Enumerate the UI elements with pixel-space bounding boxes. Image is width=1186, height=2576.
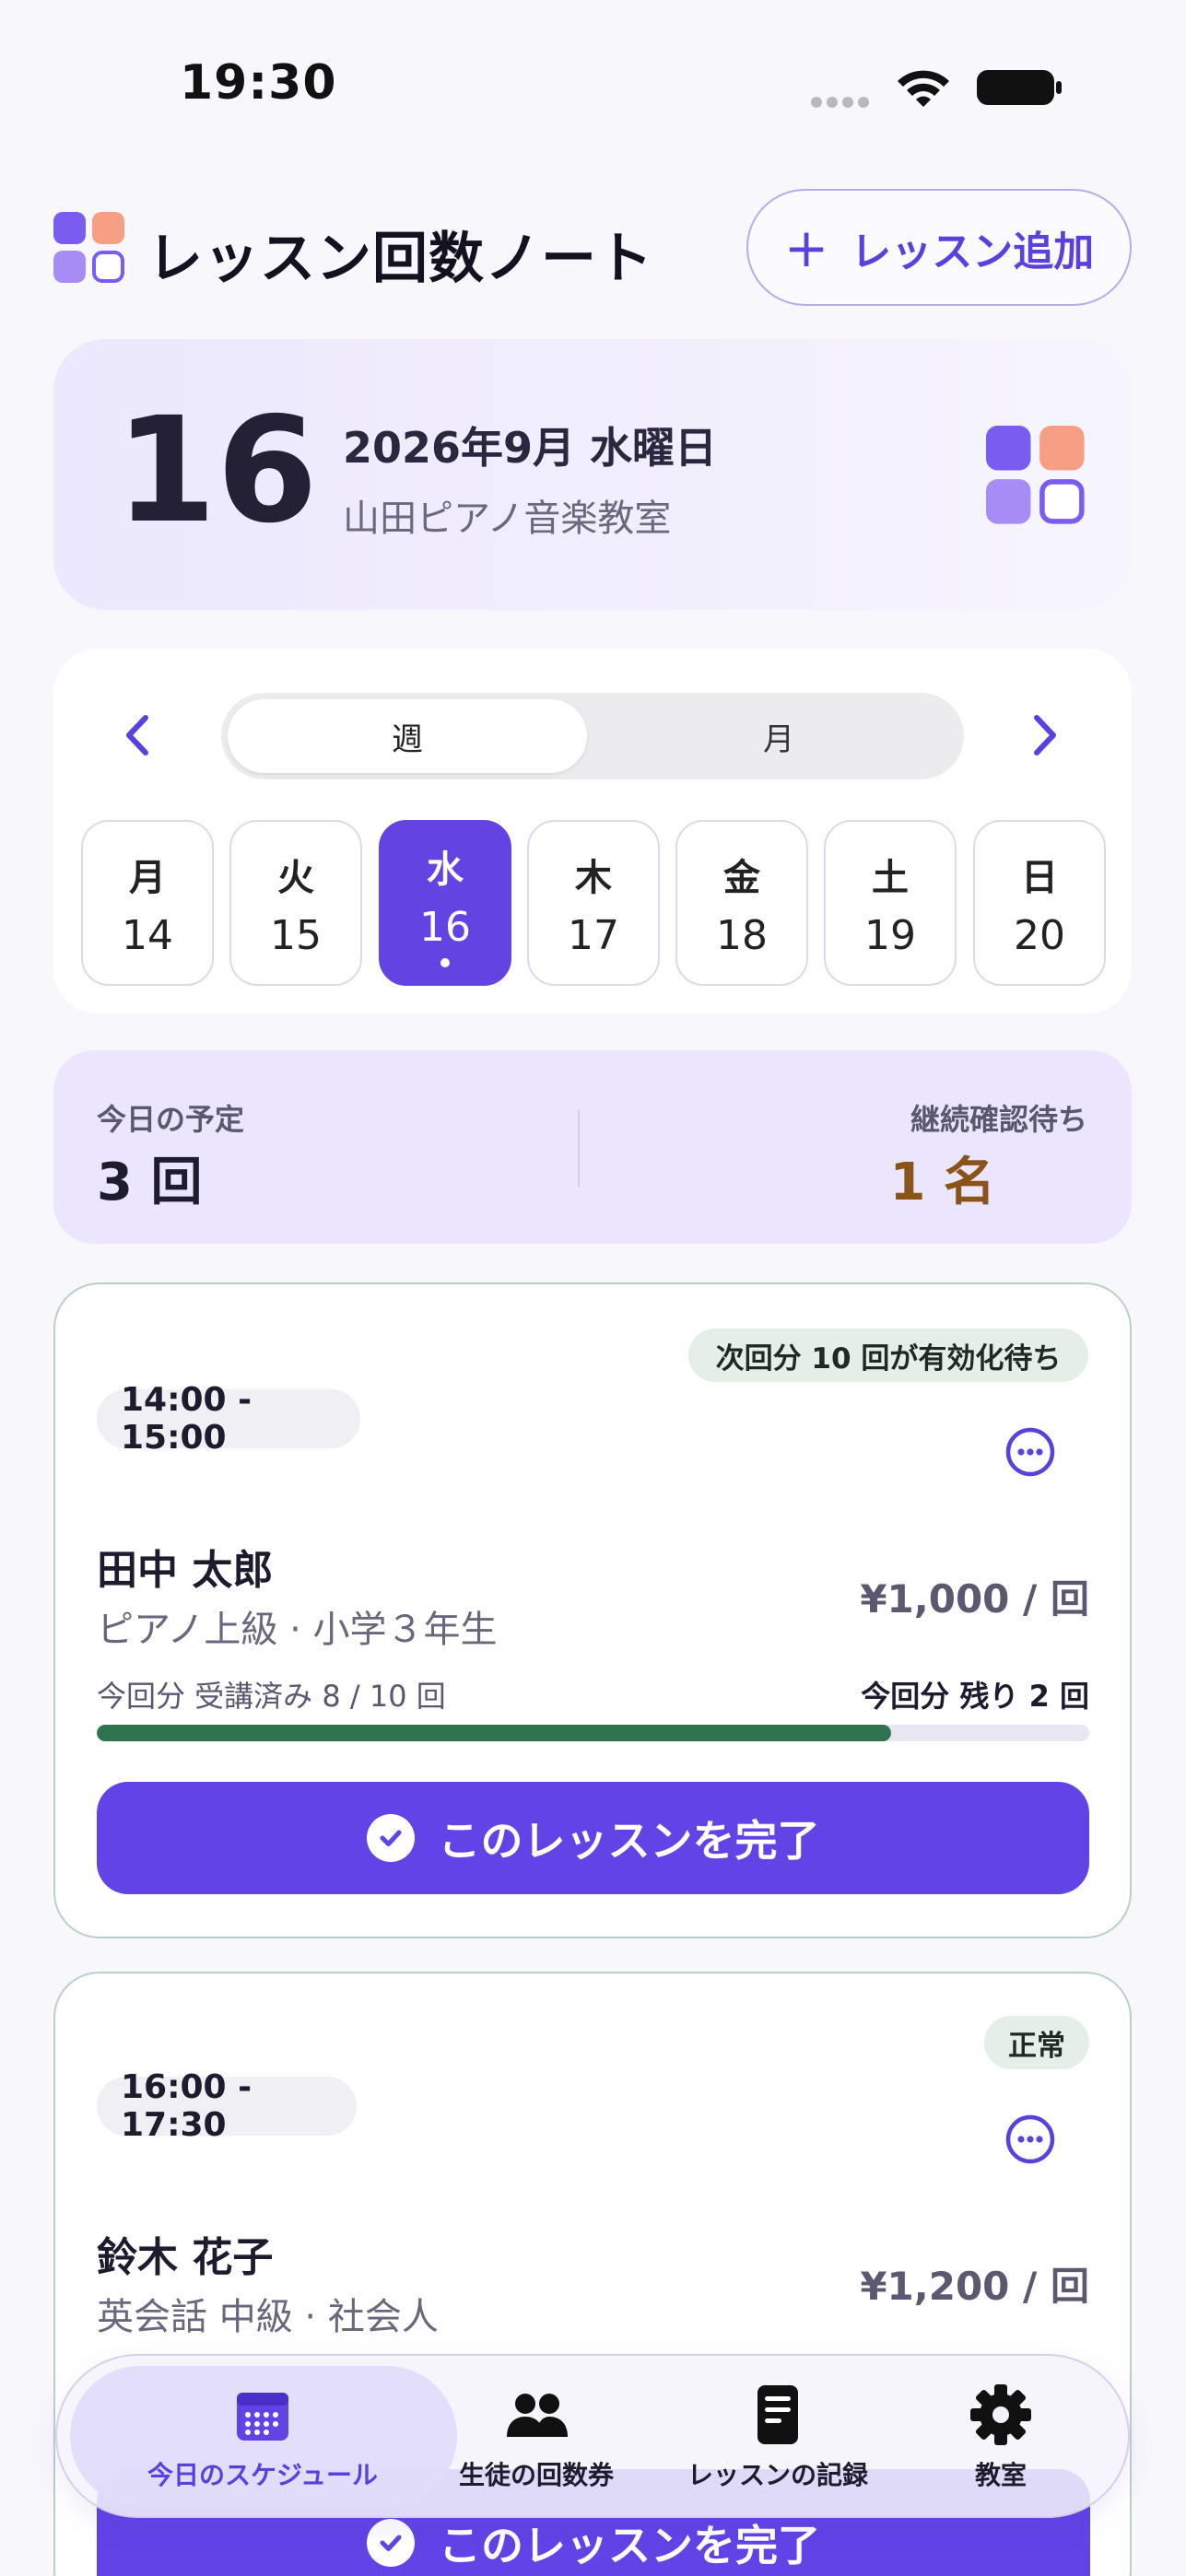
pending-value: 1 名: [889, 1153, 995, 1212]
calendar-day[interactable]: 金 18: [675, 820, 808, 986]
lesson-time: 14:00 - 15:00: [97, 1381, 360, 1457]
student-name: 鈴木 花子: [97, 2234, 274, 2281]
calendar-day[interactable]: 木 17: [527, 820, 660, 986]
tab-label: 教室: [974, 2460, 1027, 2490]
tab-today-schedule[interactable]: 今日のスケジュール: [147, 2382, 378, 2492]
student-course: ピアノ上級 · 小学３年生: [97, 1609, 498, 1651]
progress-fill: [97, 1725, 891, 1741]
tab-label: 今日のスケジュール: [147, 2460, 379, 2490]
pending-label: 継続確認待ち: [910, 1102, 1087, 1137]
calendar-day[interactable]: 土 19: [824, 820, 957, 986]
signal-dots-icon: [811, 94, 875, 108]
lesson-price: ¥1,200 / 回: [860, 2264, 1089, 2309]
tab-lesson-records[interactable]: レッスンの記録: [687, 2382, 868, 2492]
battery-icon: [977, 70, 1062, 105]
app-logo-icon: [53, 212, 124, 283]
complete-lesson-label: このレッスンを完了: [439, 2521, 820, 2570]
calendar-day-selected[interactable]: 水 16: [379, 820, 511, 986]
tab-classroom[interactable]: 教室: [968, 2382, 1034, 2492]
add-lesson-label: レッスン追加: [851, 228, 1095, 275]
event-dot-icon: [440, 957, 450, 967]
tab-label: レッスンの記録: [687, 2460, 869, 2490]
day-weekday: 木: [575, 856, 612, 899]
date-full: 2026年9月 水曜日: [343, 423, 718, 473]
tab-label: 生徒の回数券: [459, 2460, 615, 2490]
segment-week[interactable]: 週: [228, 699, 587, 773]
add-lesson-button[interactable]: + レッスン追加: [746, 189, 1132, 306]
day-date: 15: [270, 911, 322, 959]
day-date: 17: [568, 911, 619, 959]
day-weekday: 日: [1021, 856, 1058, 899]
student-course: 英会話 中級 · 社会人: [97, 2296, 439, 2338]
complete-lesson-button[interactable]: このレッスンを完了: [97, 1782, 1089, 1894]
today-count-label: 今日の予定: [97, 1102, 245, 1137]
day-date: 16: [419, 903, 471, 951]
more-options-icon[interactable]: [1004, 1426, 1056, 1478]
day-date: 18: [716, 911, 768, 959]
date-day-number: 16: [115, 386, 318, 556]
plus-icon: +: [783, 216, 829, 279]
day-weekday: 水: [427, 848, 464, 891]
chevron-left-icon: [126, 715, 148, 755]
tab-student-tickets[interactable]: 生徒の回数券: [459, 2382, 614, 2492]
lesson-time: 16:00 - 17:30: [97, 2068, 357, 2144]
app-title: レッスン回数ノート: [147, 227, 653, 291]
status-time: 19:30: [180, 55, 337, 111]
calendar-icon: [237, 2393, 289, 2441]
document-icon: [757, 2385, 798, 2444]
progress-bar: [97, 1725, 1089, 1741]
more-options-icon[interactable]: [1004, 2113, 1056, 2165]
calendar-day[interactable]: 火 15: [229, 820, 362, 986]
status-badge: 正常: [984, 2016, 1089, 2069]
next-week-button[interactable]: [1027, 711, 1061, 771]
progress-label: 今回分 受講済み 8 / 10 回: [97, 1679, 446, 1714]
calendar-day[interactable]: 月 14: [81, 820, 214, 986]
check-circle-icon: [366, 1814, 415, 1862]
school-name: 山田ピアノ音楽教室: [343, 498, 672, 540]
day-weekday: 火: [277, 856, 314, 899]
check-circle-icon: [367, 2519, 415, 2567]
calendar-day[interactable]: 日 20: [973, 820, 1106, 986]
day-weekday: 金: [723, 856, 760, 899]
status-badge: 次回分 10 回が有効化待ち: [688, 1329, 1088, 1382]
complete-lesson-label: このレッスンを完了: [438, 1816, 820, 1866]
student-name: 田中 太郎: [97, 1547, 274, 1594]
lesson-price: ¥1,000 / 回: [860, 1576, 1089, 1622]
chevron-right-icon: [1034, 715, 1056, 755]
day-weekday: 月: [129, 856, 166, 899]
app-logo-icon: [986, 426, 1085, 524]
day-date: 20: [1014, 911, 1065, 959]
summary-divider: [578, 1110, 580, 1188]
segment-month[interactable]: 月: [599, 699, 958, 773]
day-weekday: 土: [872, 856, 909, 899]
day-date: 14: [122, 911, 173, 959]
wifi-icon: [898, 70, 949, 107]
gear-icon: [970, 2384, 1031, 2445]
people-icon: [507, 2394, 568, 2437]
previous-week-button[interactable]: [122, 711, 155, 771]
day-date: 19: [864, 911, 916, 959]
remaining-label: 今回分 残り 2 回: [861, 1679, 1089, 1714]
today-count-value: 3 回: [97, 1153, 203, 1212]
